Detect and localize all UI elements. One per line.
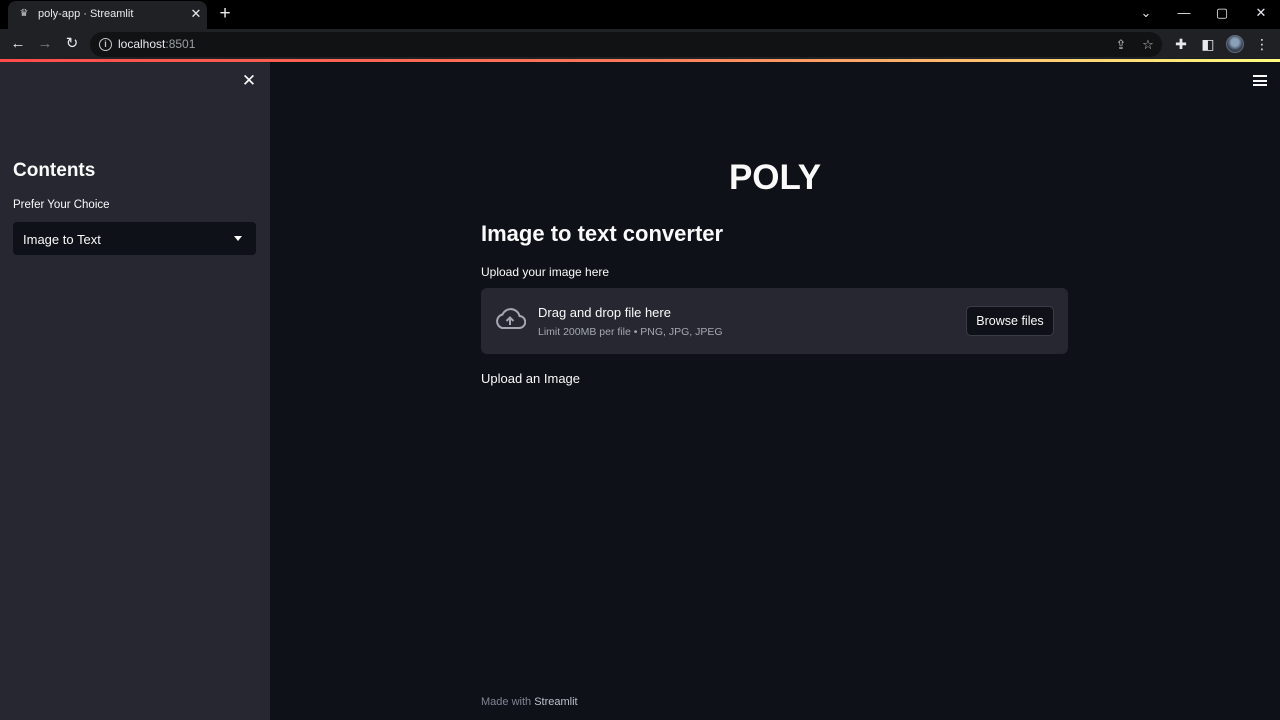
dropzone-title: Drag and drop file here: [538, 305, 671, 320]
forward-button[interactable]: →: [35, 34, 55, 54]
url-host: localhost: [118, 37, 166, 51]
menu-dots-icon[interactable]: ⋮: [1252, 34, 1272, 54]
url-port: :8501: [165, 37, 196, 51]
info-icon[interactable]: i: [99, 38, 112, 51]
address-bar[interactable]: i localhost:8501 ⇪ ☆: [90, 32, 1162, 57]
profile-avatar[interactable]: [1226, 35, 1244, 53]
extensions-icon[interactable]: ✚: [1171, 34, 1191, 54]
close-window-button[interactable]: ✕: [1251, 4, 1271, 22]
footer: Made with Streamlit: [481, 696, 578, 708]
streamlit-favicon-icon: ♛: [19, 8, 29, 19]
uploader-label: Upload your image here: [481, 265, 610, 279]
hamburger-menu-icon[interactable]: [1253, 75, 1267, 87]
browse-files-button[interactable]: Browse files: [966, 306, 1054, 336]
url-text: localhost:8501: [118, 37, 195, 51]
sidebar: ✕ Contents Prefer Your Choice Image to T…: [0, 62, 270, 720]
browser-toolbar: ← → ↻ i localhost:8501 ⇪ ☆ ✚ ◧ ⋮: [0, 29, 1280, 59]
share-icon[interactable]: ⇪: [1112, 36, 1130, 54]
back-button[interactable]: ←: [8, 34, 28, 54]
caret-down-icon: [234, 236, 242, 241]
cloud-upload-icon: [496, 308, 526, 329]
upload-status-text: Upload an Image: [481, 371, 581, 386]
browser-tab[interactable]: ♛ poly-app · Streamlit ✕: [8, 1, 207, 29]
tab-title: poly-app · Streamlit: [38, 8, 134, 20]
reload-button[interactable]: ↻: [62, 34, 82, 54]
footer-prefix: Made with: [481, 696, 535, 708]
sidebar-heading: Contents: [13, 160, 96, 181]
tab-close-icon[interactable]: ✕: [188, 6, 204, 22]
main-content: POLY Image to text converter Upload your…: [270, 62, 1280, 720]
browser-title-bar: ♛ poly-app · Streamlit ✕ + ⌄ — ▢ ✕: [0, 0, 1280, 29]
maximize-button[interactable]: ▢: [1212, 4, 1232, 22]
side-panel-icon[interactable]: ◧: [1198, 34, 1218, 54]
page-title: POLY: [728, 158, 822, 197]
minimize-button[interactable]: —: [1174, 4, 1194, 22]
choice-selectbox[interactable]: Image to Text: [13, 222, 256, 255]
new-tab-button[interactable]: +: [215, 4, 235, 24]
dropzone-limit: Limit 200MB per file • PNG, JPG, JPEG: [538, 326, 723, 338]
tab-search-icon[interactable]: ⌄: [1136, 4, 1156, 22]
select-value: Image to Text: [23, 232, 101, 247]
select-label: Prefer Your Choice: [13, 199, 110, 211]
streamlit-link[interactable]: Streamlit: [534, 696, 577, 708]
page-subtitle: Image to text converter: [481, 221, 724, 246]
star-icon[interactable]: ☆: [1139, 36, 1157, 54]
file-dropzone[interactable]: Drag and drop file here Limit 200MB per …: [481, 288, 1068, 354]
close-sidebar-icon[interactable]: ✕: [241, 72, 257, 89]
